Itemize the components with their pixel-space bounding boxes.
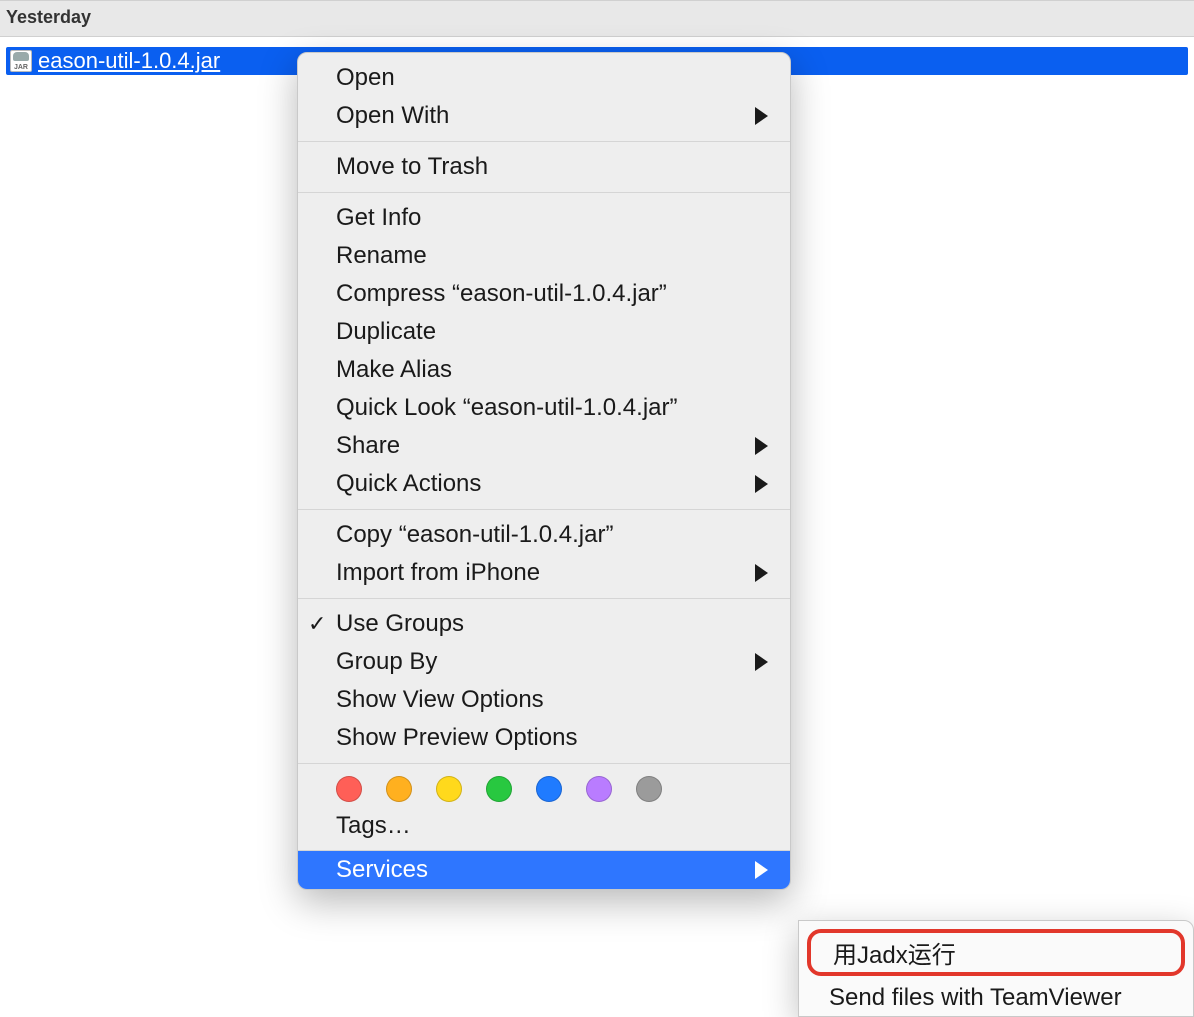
menu-tags[interactable]: Tags… <box>298 808 790 850</box>
tag-blue[interactable] <box>536 776 562 802</box>
menu-share[interactable]: Share <box>298 427 790 465</box>
menu-show-view-options[interactable]: Show View Options <box>298 681 790 719</box>
submenu-send-teamviewer[interactable]: Send files with TeamViewer <box>799 980 1193 1016</box>
menu-get-info[interactable]: Get Info <box>298 199 790 237</box>
menu-use-groups[interactable]: ✓Use Groups <box>298 605 790 643</box>
file-name: eason-util-1.0.4.jar <box>38 48 220 74</box>
chevron-right-icon <box>755 437 768 455</box>
context-menu: Open Open With Move to Trash Get Info Re… <box>297 52 791 890</box>
menu-move-to-trash[interactable]: Move to Trash <box>298 148 790 186</box>
chevron-right-icon <box>755 475 768 493</box>
menu-import-from-iphone[interactable]: Import from iPhone <box>298 554 790 592</box>
menu-duplicate[interactable]: Duplicate <box>298 313 790 351</box>
menu-quick-actions[interactable]: Quick Actions <box>298 465 790 503</box>
chevron-right-icon <box>755 107 768 125</box>
tag-orange[interactable] <box>386 776 412 802</box>
services-submenu: 用Jadx运行 Send files with TeamViewer <box>798 920 1194 1017</box>
menu-open[interactable]: Open <box>298 59 790 97</box>
checkmark-icon: ✓ <box>308 611 326 637</box>
tag-purple[interactable] <box>586 776 612 802</box>
menu-group-by[interactable]: Group By <box>298 643 790 681</box>
menu-rename[interactable]: Rename <box>298 237 790 275</box>
tag-color-row <box>298 764 790 808</box>
tag-green[interactable] <box>486 776 512 802</box>
menu-quick-look[interactable]: Quick Look “eason-util-1.0.4.jar” <box>298 389 790 427</box>
menu-open-with[interactable]: Open With <box>298 97 790 135</box>
submenu-jadx-run[interactable]: 用Jadx运行 <box>807 929 1185 976</box>
menu-services[interactable]: Services <box>298 851 790 889</box>
section-header: Yesterday <box>0 0 1194 37</box>
tag-yellow[interactable] <box>436 776 462 802</box>
chevron-right-icon <box>755 653 768 671</box>
tag-red[interactable] <box>336 776 362 802</box>
tag-gray[interactable] <box>636 776 662 802</box>
chevron-right-icon <box>755 564 768 582</box>
menu-copy[interactable]: Copy “eason-util-1.0.4.jar” <box>298 516 790 554</box>
menu-compress[interactable]: Compress “eason-util-1.0.4.jar” <box>298 275 790 313</box>
jar-file-icon: JAR <box>10 50 32 72</box>
menu-show-preview-options[interactable]: Show Preview Options <box>298 719 790 757</box>
menu-make-alias[interactable]: Make Alias <box>298 351 790 389</box>
chevron-right-icon <box>755 861 768 879</box>
